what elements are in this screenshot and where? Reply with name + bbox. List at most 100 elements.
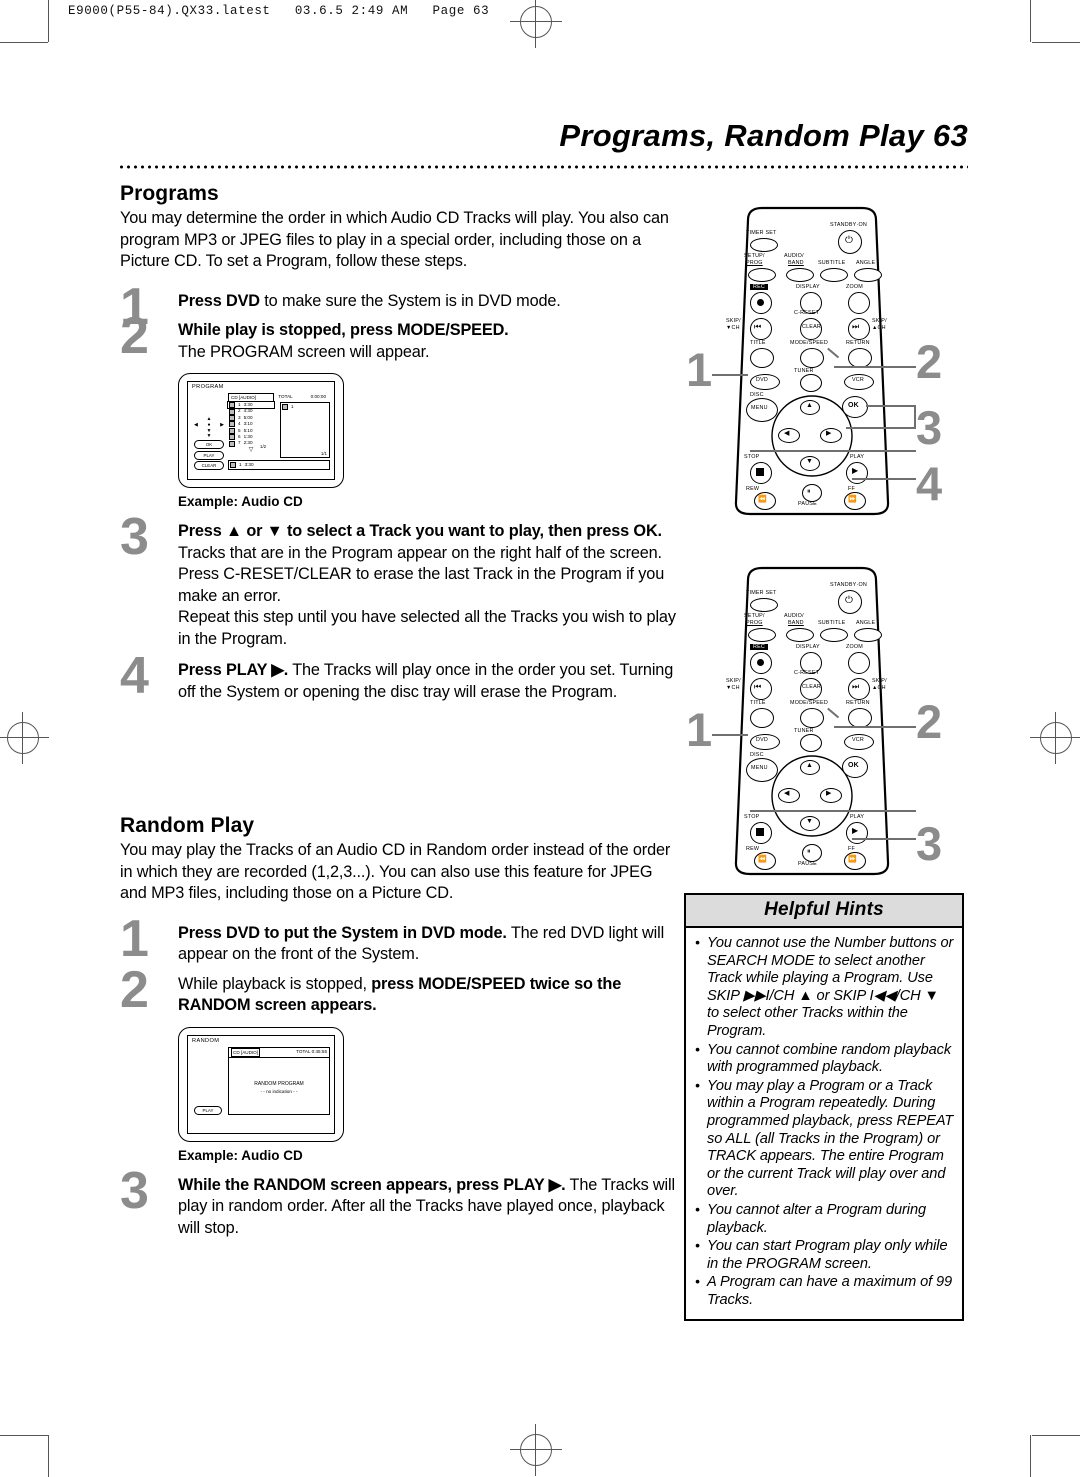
step-number: 3: [120, 1161, 149, 1220]
vcr-label: VCR: [852, 737, 864, 743]
timer-set-label: TIMER SET: [746, 590, 777, 596]
callout-leader-line: [712, 734, 748, 737]
rec-label: REC: [750, 644, 768, 650]
track-checkbox: [229, 440, 235, 447]
callout-number-1: 1: [686, 703, 713, 756]
pause-button[interactable]: [802, 484, 822, 502]
osd-random-panel: CD [AUDIO] TOTAL 0:45:55 RANDOM PROGRAM …: [228, 1046, 330, 1115]
osd-total-value: 0:00:00: [310, 394, 326, 399]
display-label: DISPLAY: [796, 284, 820, 290]
tuner-button[interactable]: [800, 734, 822, 752]
setup-label: SETUP/: [744, 613, 765, 619]
standby-on-label: STANDBY·ON: [830, 222, 867, 228]
osd-status-entry: 1 3:30: [229, 461, 329, 469]
prog-label: PROG: [746, 620, 763, 626]
step-bold-text: While the RANDOM screen appears, press P…: [178, 1175, 566, 1194]
random-osd-caption: Example: Audio CD: [178, 1147, 303, 1163]
osd-random-message-1: RANDOM PROGRAM: [254, 1080, 304, 1087]
helpful-hints-title: Helpful Hints: [686, 895, 962, 928]
hint-item: You may play a Program or a Track within…: [694, 1077, 954, 1201]
rewind-icon: ⏪: [758, 496, 767, 503]
tv-bezel: RANDOM CD [AUDIO] TOTAL 0:45:55 RANDOM P…: [178, 1026, 344, 1142]
band-label: BAND: [788, 620, 804, 626]
return-button[interactable]: [848, 708, 872, 728]
dvd-label: DVD: [756, 737, 768, 743]
osd-status-bar: 1 3:30: [228, 460, 330, 470]
track-checkbox: [229, 427, 235, 434]
fast-forward-icon: ⏩: [848, 856, 857, 863]
trim-mark: [0, 42, 48, 43]
random-step-2: 2 While playback is stopped, press MODE/…: [120, 964, 680, 1017]
registration-mark-right: [1030, 712, 1080, 764]
title-button[interactable]: [750, 708, 774, 728]
step-text: Tracks that are in the Program appear on…: [178, 543, 665, 605]
tuner-button[interactable]: [800, 374, 822, 392]
title-button[interactable]: [750, 348, 774, 368]
audio-band-button[interactable]: [786, 628, 814, 642]
programs-intro: You may determine the order in which Aud…: [120, 209, 669, 270]
programs-step-1: 1 Press DVD to make sure the System is i…: [120, 281, 680, 333]
power-icon: ⏻: [845, 595, 853, 606]
trim-mark: [1032, 42, 1080, 43]
skip-forward-icon: ⏭: [852, 682, 860, 691]
timer-set-button[interactable]: [750, 238, 778, 252]
step-text: to make sure the System is in DVD mode.: [259, 291, 561, 310]
osd-key-cluster: ▲ ◀ ● ▶ ▼ ▼ OK PLAY CLEAR: [194, 416, 224, 470]
hint-item: You cannot combine random playback with …: [694, 1041, 954, 1077]
step-bold-text: While play is stopped, press MODE/SPEED.: [178, 321, 509, 339]
program-osd-illustration: PROGRAM ▲ ◀ ● ▶ ▼ ▼ OK PLAY CLEAR CD [AUDI…: [178, 373, 680, 488]
rec-label: REC: [750, 284, 768, 290]
step-number: 2: [120, 960, 149, 1019]
subtitle-button[interactable]: [820, 628, 848, 642]
callout-leader-line: [750, 810, 916, 813]
dvd-label: DVD: [756, 377, 768, 383]
step-text: The PROGRAM screen will appear.: [178, 342, 430, 361]
track-number: 7: [238, 440, 241, 446]
track-time: 2:30: [243, 440, 253, 446]
play-label: PLAY: [850, 814, 865, 820]
setup-prog-button[interactable]: [748, 268, 776, 282]
mode-speed-button[interactable]: [800, 708, 824, 728]
timer-set-label: TIMER SET: [746, 230, 777, 236]
timer-set-button[interactable]: [750, 598, 778, 612]
pause-icon: ⏸: [807, 848, 811, 855]
audio-band-button[interactable]: [786, 268, 814, 282]
zoom-button[interactable]: [848, 292, 870, 314]
c-reset-label: C-RESET: [794, 310, 820, 316]
menu-label: MENU: [751, 765, 768, 771]
subtitle-button[interactable]: [820, 268, 848, 282]
pause-button[interactable]: [802, 844, 822, 862]
band-label: BAND: [788, 260, 804, 266]
standby-on-label: STANDBY·ON: [830, 582, 867, 588]
programs-step-3: 3 Press ▲ or ▼ to select a Track you wan…: [120, 511, 680, 650]
skip-down-label: SKIP/: [726, 678, 741, 684]
angle-button[interactable]: [854, 268, 882, 282]
tv-screen: PROGRAM ▲ ◀ ● ▶ ▼ ▼ OK PLAY CLEAR CD [AUDI…: [187, 381, 335, 480]
mode-speed-button[interactable]: [800, 348, 824, 368]
zoom-button[interactable]: [848, 652, 870, 674]
track-checkbox: [229, 421, 235, 428]
programs-section: Programs You may determine the order in …: [120, 182, 680, 703]
trim-mark: [1030, 0, 1031, 42]
hint-item: You cannot alter a Program during playba…: [694, 1201, 954, 1237]
setup-prog-button[interactable]: [748, 628, 776, 642]
callout-leader-line: [712, 374, 748, 377]
arrow-right-icon: ▶: [826, 790, 832, 797]
track-checkbox: [282, 404, 288, 411]
step-bold-text: Press DVD to put the System in DVD mode.: [178, 923, 507, 942]
angle-button[interactable]: [854, 628, 882, 642]
fast-forward-icon: ⏩: [848, 496, 857, 503]
callout-number-3: 3: [916, 817, 943, 870]
page-title: Programs, Random Play 63: [559, 118, 968, 153]
trim-mark: [0, 1435, 48, 1436]
hint-item: You can start Program play only while in…: [694, 1237, 954, 1273]
ok-label: OK: [848, 402, 859, 409]
skip-down-label: SKIP/: [726, 318, 741, 324]
pause-label: PAUSE: [798, 861, 817, 867]
return-button[interactable]: [848, 348, 872, 368]
callout-leader-line: [914, 405, 917, 429]
registration-mark-bottom: [510, 1424, 562, 1476]
stop-square-icon: [756, 828, 764, 836]
callout-number-2: 2: [916, 335, 943, 388]
arrow-right-icon: ▶: [826, 430, 832, 437]
